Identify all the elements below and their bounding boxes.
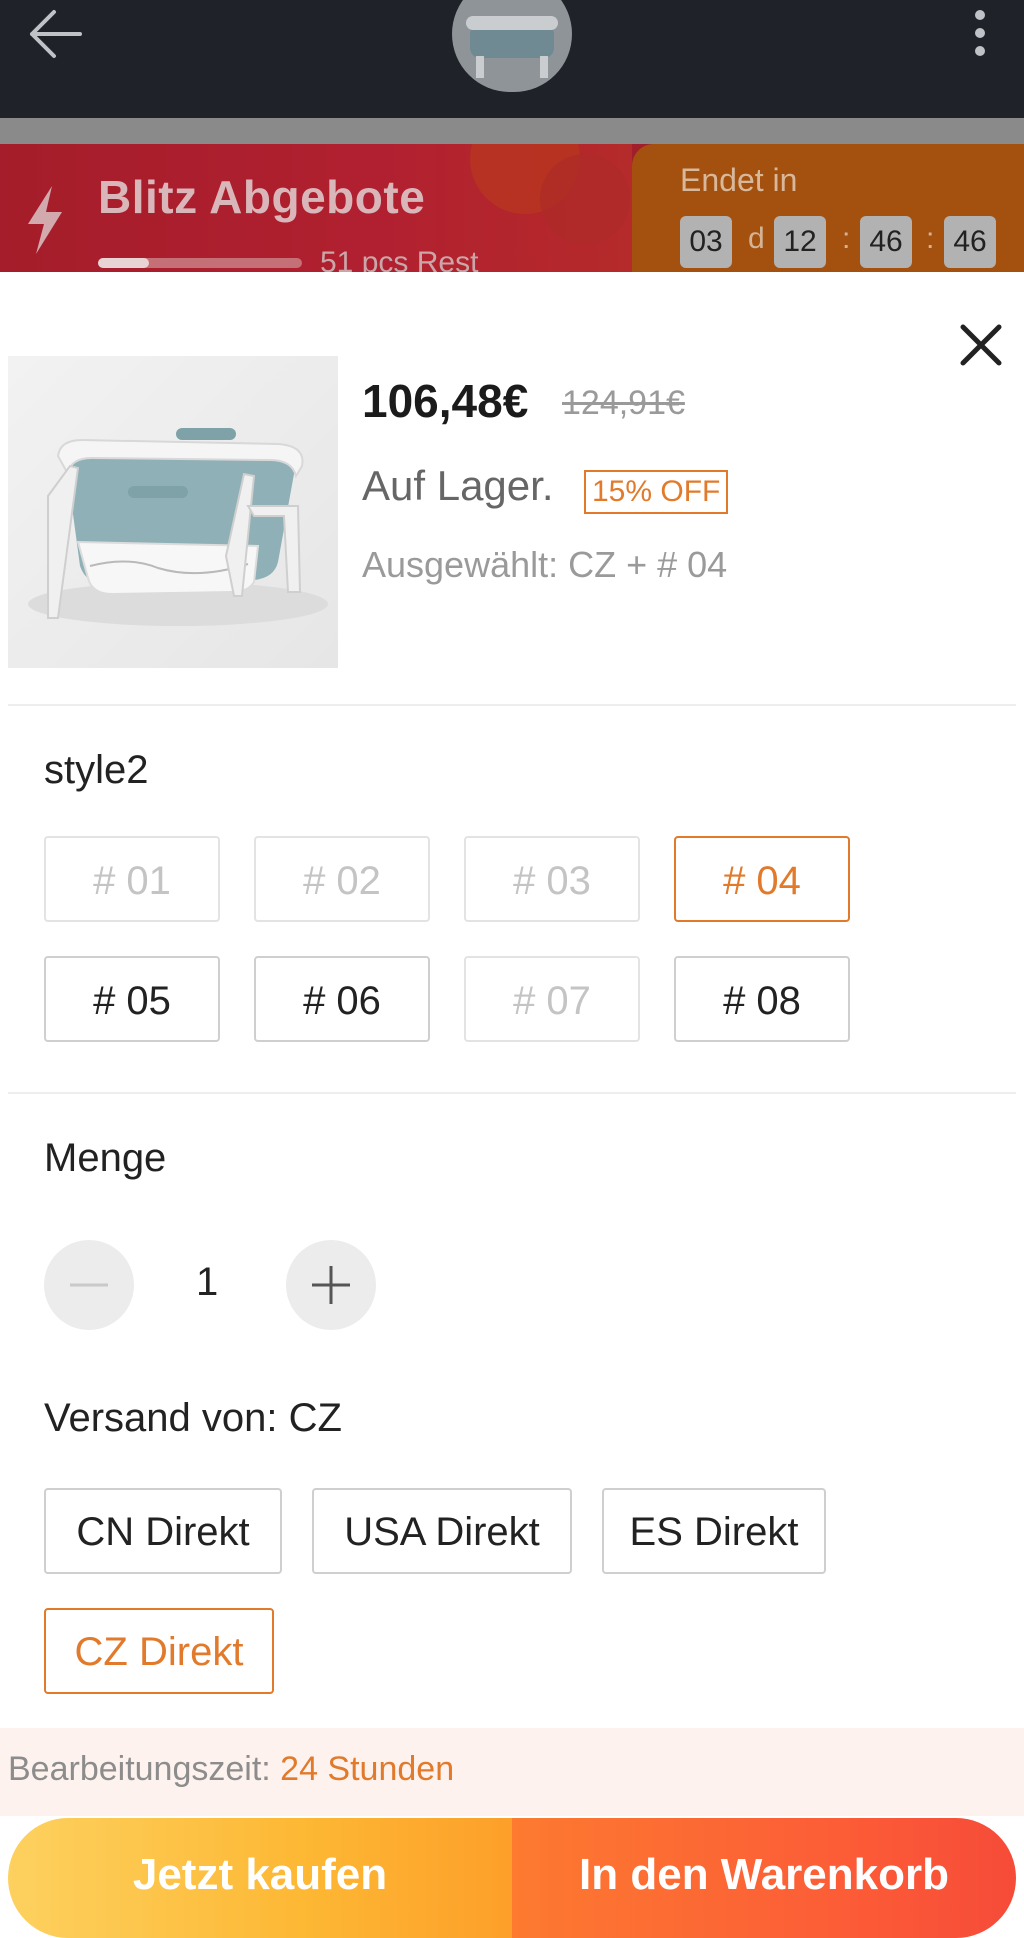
stock-progress-fill bbox=[98, 258, 149, 268]
style-label: style2 bbox=[44, 748, 149, 792]
flash-sale-title: Blitz Abgebote bbox=[98, 171, 426, 223]
remaining-stock: 51 pcs Rest bbox=[320, 246, 479, 272]
decrease-quantity-button[interactable] bbox=[44, 1240, 134, 1330]
product-image[interactable] bbox=[8, 356, 338, 668]
shipping-option[interactable]: USA Direkt bbox=[312, 1488, 572, 1574]
plus-icon bbox=[312, 1266, 350, 1304]
countdown-separator: : bbox=[926, 222, 935, 255]
increase-quantity-button[interactable] bbox=[286, 1240, 376, 1330]
buy-now-button[interactable]: Jetzt kaufen bbox=[8, 1818, 512, 1938]
processing-time-label: Bearbeitungszeit: bbox=[8, 1750, 281, 1788]
divider bbox=[8, 704, 1016, 706]
processing-time: Bearbeitungszeit: 24 Stunden bbox=[8, 1750, 454, 1789]
ends-label: Endet in bbox=[680, 162, 798, 198]
add-to-cart-label: In den Warenkorb bbox=[579, 1850, 949, 1899]
countdown-days-unit: d bbox=[748, 222, 765, 255]
countdown-separator: : bbox=[842, 222, 851, 255]
style-option[interactable]: # 06 bbox=[254, 956, 430, 1042]
countdown-seconds: 46 bbox=[944, 216, 996, 268]
lightning-icon bbox=[22, 184, 66, 256]
countdown-days: 03 bbox=[680, 216, 732, 268]
quantity-value: 1 bbox=[196, 1260, 219, 1304]
style-option-selected[interactable]: # 04 bbox=[674, 836, 850, 922]
close-icon[interactable] bbox=[958, 322, 1004, 368]
original-price: 124,91€ bbox=[562, 384, 685, 422]
style-option[interactable]: # 03 bbox=[464, 836, 640, 922]
header-divider bbox=[0, 118, 1024, 144]
quantity-label: Menge bbox=[44, 1136, 167, 1180]
discount-badge: 15% OFF bbox=[584, 470, 729, 514]
buy-now-label: Jetzt kaufen bbox=[132, 1850, 388, 1899]
selected-variant: Ausgewählt: CZ + # 04 bbox=[362, 544, 728, 585]
processing-time-value: 24 Stunden bbox=[280, 1750, 455, 1788]
flash-sale-banner: Blitz Abgebote 51 pcs Rest Endet in 03 d… bbox=[0, 144, 1024, 272]
style-option[interactable]: # 02 bbox=[254, 836, 430, 922]
shipping-option[interactable]: CN Direkt bbox=[44, 1488, 282, 1574]
divider bbox=[8, 1092, 1016, 1094]
more-vertical-icon[interactable] bbox=[962, 8, 998, 58]
countdown-hours: 12 bbox=[774, 216, 826, 268]
current-price: 106,48€ bbox=[362, 375, 529, 427]
minus-icon bbox=[70, 1283, 108, 1287]
style-option[interactable]: # 01 bbox=[44, 836, 220, 922]
arrow-left-icon[interactable] bbox=[24, 6, 84, 64]
stock-status: Auf Lager. bbox=[362, 462, 554, 509]
countdown-minutes: 46 bbox=[860, 216, 912, 268]
add-to-cart-button[interactable]: In den Warenkorb bbox=[512, 1818, 1016, 1938]
style-option[interactable]: # 07 bbox=[464, 956, 640, 1042]
shipping-label: Versand von: CZ bbox=[44, 1396, 342, 1440]
style-option[interactable]: # 08 bbox=[674, 956, 850, 1042]
shipping-option[interactable]: ES Direkt bbox=[602, 1488, 826, 1574]
style-option[interactable]: # 05 bbox=[44, 956, 220, 1042]
shipping-option-selected[interactable]: CZ Direkt bbox=[44, 1608, 274, 1694]
